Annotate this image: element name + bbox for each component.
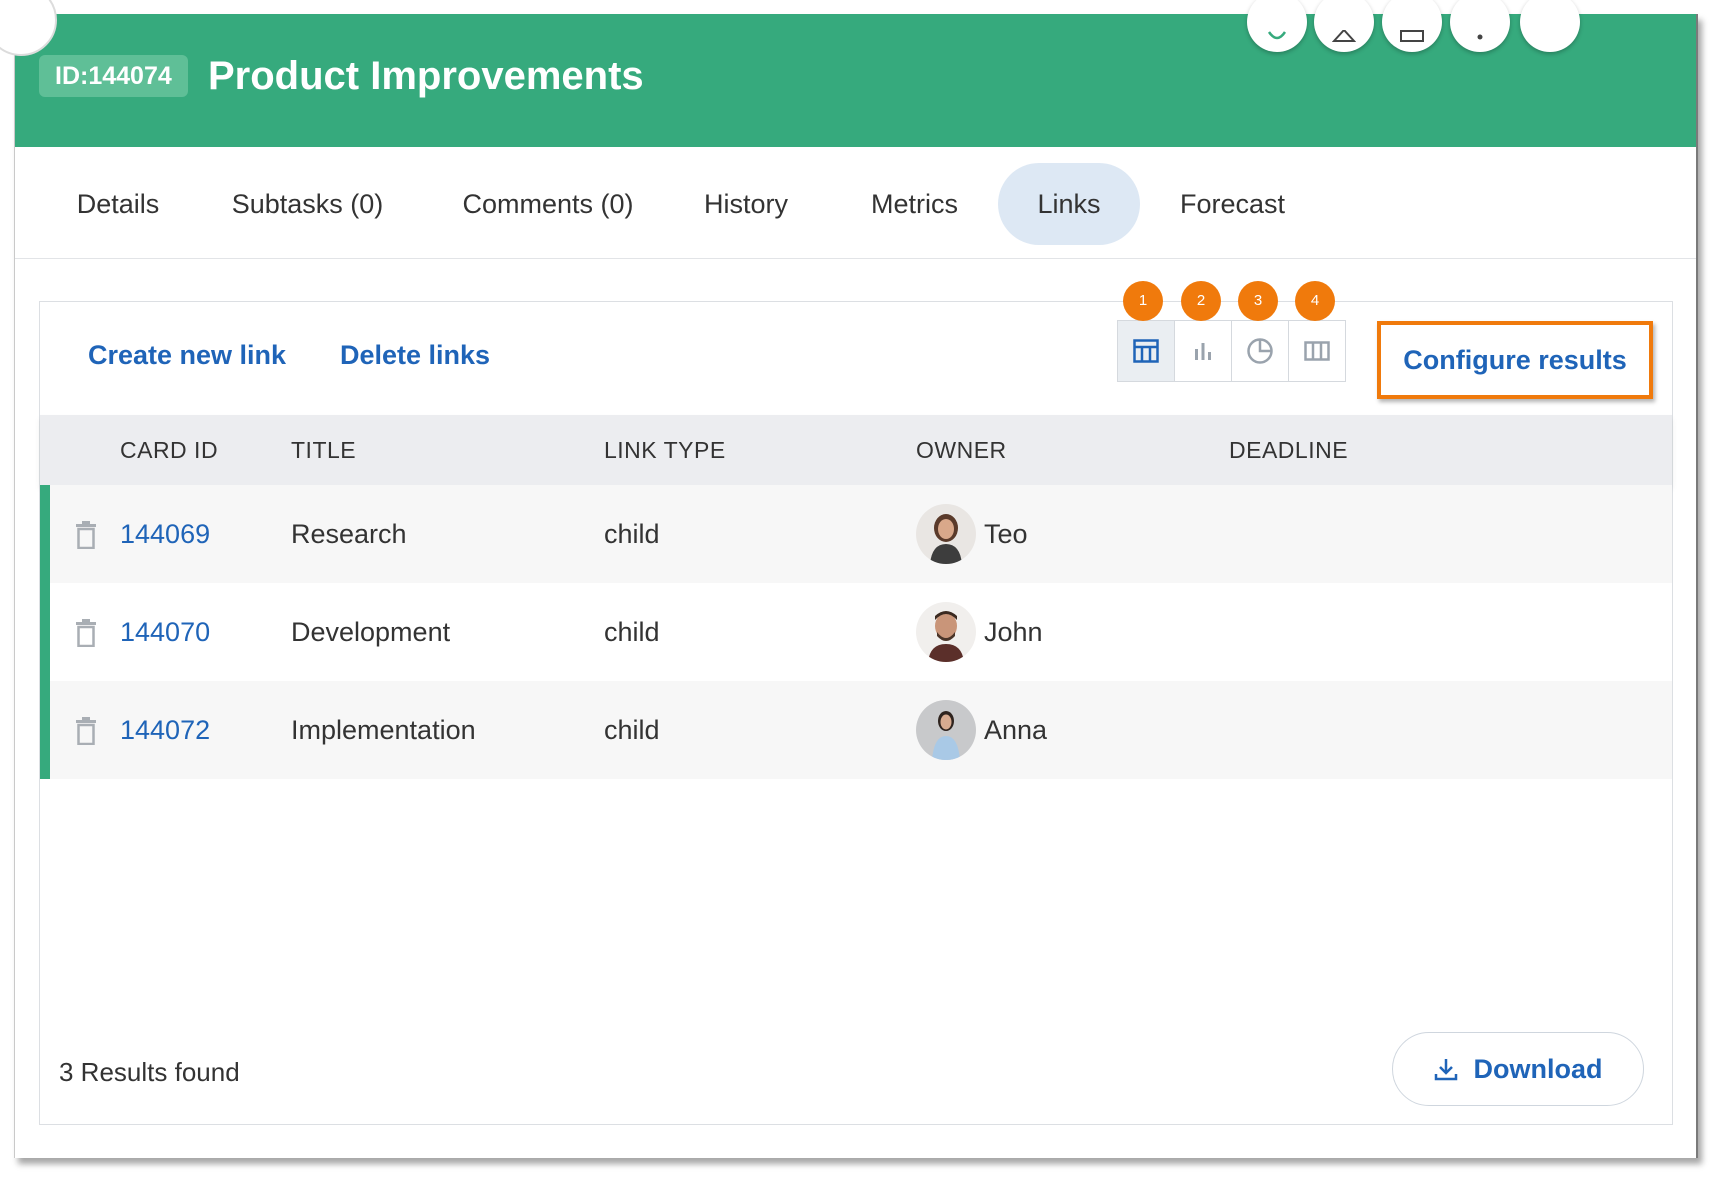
avatar xyxy=(916,700,976,760)
row-link-type: child xyxy=(604,715,660,745)
alert-icon[interactable] xyxy=(1314,0,1374,52)
card-window: ID:144074 Product Improvements Details S… xyxy=(0,0,1698,1158)
links-panel: Create new link Delete links 1 2 3 4 Con… xyxy=(39,281,1673,1125)
tab-history[interactable]: History xyxy=(691,163,801,245)
table-icon xyxy=(1133,339,1159,363)
configure-results-button[interactable]: Configure results xyxy=(1377,321,1653,399)
row-title: Research xyxy=(291,519,407,549)
download-icon xyxy=(1434,1059,1457,1081)
avatar xyxy=(916,602,976,662)
row-owner: John xyxy=(984,617,1043,647)
pie-chart-view-button[interactable]: 3 xyxy=(1232,281,1289,381)
create-new-link-button[interactable]: Create new link xyxy=(88,335,286,375)
pie-chart-icon xyxy=(1247,338,1273,364)
delete-links-button[interactable]: Delete links xyxy=(340,335,490,375)
download-button[interactable]: Download xyxy=(1392,1032,1644,1106)
view-badge-4: 4 xyxy=(1295,281,1335,321)
tab-links[interactable]: Links xyxy=(998,163,1140,245)
view-badge-1: 1 xyxy=(1123,281,1163,321)
card-id-link[interactable]: 144070 xyxy=(120,583,210,681)
tab-details[interactable]: Details xyxy=(63,163,173,245)
card-id-link[interactable]: 144069 xyxy=(120,485,210,583)
table-row: 144072 Implementation child Anna xyxy=(40,681,1672,779)
column-header-card-id[interactable]: CARD ID xyxy=(120,415,218,485)
column-header-deadline[interactable]: DEADLINE xyxy=(1229,415,1348,485)
view-badge-3: 3 xyxy=(1238,281,1278,321)
view-badge-2: 2 xyxy=(1181,281,1221,321)
column-header-link-type[interactable]: LINK TYPE xyxy=(604,415,726,485)
card-id-link[interactable]: 144072 xyxy=(120,681,210,779)
layout-icon[interactable] xyxy=(1382,0,1442,52)
download-label: Download xyxy=(1473,1053,1603,1084)
more-options-icon[interactable] xyxy=(1450,0,1510,52)
trash-icon[interactable] xyxy=(75,619,97,647)
table-view-button[interactable]: 1 xyxy=(1118,281,1175,381)
bar-chart-icon xyxy=(1195,343,1211,360)
view-mode-group: 1 2 3 4 xyxy=(1117,281,1346,382)
expand-icon[interactable] xyxy=(1520,0,1580,52)
configure-results-label: Configure results xyxy=(1403,344,1627,375)
tab-comments[interactable]: Comments (0) xyxy=(447,163,649,245)
close-corner-button[interactable] xyxy=(0,0,57,56)
card-header: ID:144074 Product Improvements xyxy=(0,0,1696,147)
tab-subtasks[interactable]: Subtasks (0) xyxy=(225,163,390,245)
results-count: 3 Results found xyxy=(59,1057,240,1087)
row-link-type: child xyxy=(604,519,660,549)
avatar xyxy=(916,504,976,564)
table-row: 144069 Research child Teo xyxy=(40,485,1672,583)
card-id-badge: ID:144074 xyxy=(39,55,188,97)
row-link-type: child xyxy=(604,617,660,647)
row-title: Implementation xyxy=(291,715,476,745)
trash-icon[interactable] xyxy=(75,521,97,549)
row-owner: Teo xyxy=(984,519,1028,549)
row-owner: Anna xyxy=(984,715,1048,745)
tab-bar: Details Subtasks (0) Comments (0) Histor… xyxy=(15,147,1696,259)
columns-view-button[interactable]: 4 xyxy=(1289,281,1345,381)
column-header-title[interactable]: TITLE xyxy=(291,415,356,485)
column-header-owner[interactable]: OWNER xyxy=(916,415,1007,485)
table-row: 144070 Development child John xyxy=(40,583,1672,681)
trash-icon[interactable] xyxy=(75,717,97,745)
columns-icon xyxy=(1304,341,1330,361)
tab-metrics[interactable]: Metrics xyxy=(857,163,972,245)
page-title: Product Improvements xyxy=(208,54,644,98)
table-header: CARD ID TITLE LINK TYPE OWNER DEADLINE xyxy=(40,415,1672,485)
bar-chart-view-button[interactable]: 2 xyxy=(1175,281,1232,381)
row-title: Development xyxy=(291,617,451,647)
share-icon[interactable] xyxy=(1247,0,1307,52)
tab-forecast[interactable]: Forecast xyxy=(1165,163,1300,245)
